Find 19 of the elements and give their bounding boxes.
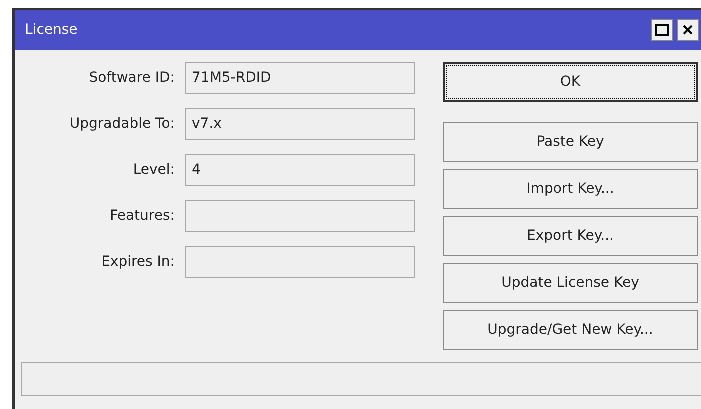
dialog-button[interactable]: Export Key... <box>443 216 698 256</box>
input-field[interactable]: v7.x <box>185 108 415 140</box>
field-label: Features: <box>109 208 175 224</box>
input-field[interactable]: 71M5-RDID <box>185 62 415 94</box>
dialog-button[interactable]: OK <box>443 62 698 102</box>
close-icon[interactable] <box>677 19 699 41</box>
field-label: Upgradable To: <box>68 116 175 132</box>
window-title: License <box>25 22 79 38</box>
input-field[interactable]: 4 <box>185 154 415 186</box>
maximize-icon[interactable] <box>651 19 673 41</box>
dialog-button[interactable]: Import Key... <box>443 169 698 209</box>
field-label: Level: <box>132 162 175 178</box>
field-label: Expires In: <box>100 254 175 270</box>
dialog-button[interactable]: Upgrade/Get New Key... <box>443 310 698 350</box>
dialog-button[interactable]: Update License Key <box>443 263 698 303</box>
dialog-button[interactable]: Paste Key <box>443 122 698 162</box>
field-label: Software ID: <box>88 70 175 86</box>
input-field[interactable] <box>185 200 415 232</box>
input-field[interactable] <box>185 246 415 278</box>
